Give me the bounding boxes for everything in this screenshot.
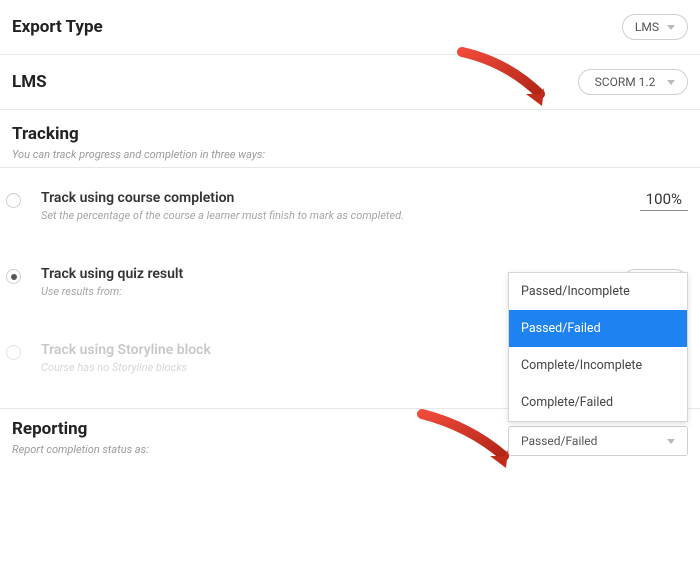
reporting-option-passed-incomplete[interactable]: Passed/Incomplete bbox=[509, 273, 687, 310]
export-type-section: Export Type LMS bbox=[0, 0, 700, 55]
chevron-down-icon bbox=[667, 80, 675, 85]
chevron-down-icon bbox=[667, 439, 675, 444]
tracking-subtext: You can track progress and completion in… bbox=[12, 148, 688, 161]
track-option-title: Track using course completion bbox=[41, 190, 620, 206]
reporting-dropdown-value: Passed/Failed bbox=[521, 434, 597, 448]
track-option-completion[interactable]: Track using course completion Set the pe… bbox=[0, 168, 700, 244]
lms-dropdown[interactable]: SCORM 1.2 bbox=[578, 69, 688, 95]
completion-percent-input[interactable]: 100% bbox=[640, 190, 688, 211]
tracking-heading: Tracking bbox=[12, 124, 688, 144]
radio-icon[interactable] bbox=[6, 193, 21, 208]
track-option-body: Track using course completion Set the pe… bbox=[41, 190, 620, 222]
chevron-down-icon bbox=[667, 25, 675, 30]
radio-icon[interactable] bbox=[6, 269, 21, 284]
export-type-dropdown[interactable]: LMS bbox=[622, 14, 688, 40]
reporting-subtext: Report completion status as: bbox=[12, 443, 149, 456]
reporting-section: Reporting Report completion status as: P… bbox=[0, 409, 700, 456]
radio-icon bbox=[6, 345, 21, 360]
reporting-heading: Reporting bbox=[12, 419, 149, 439]
lms-heading: LMS bbox=[12, 72, 47, 92]
tracking-header: Tracking You can track progress and comp… bbox=[0, 110, 700, 168]
reporting-option-complete-incomplete[interactable]: Complete/Incomplete bbox=[509, 347, 687, 384]
lms-section: LMS SCORM 1.2 bbox=[0, 55, 700, 110]
reporting-dropdown-menu: Passed/Incomplete Passed/Failed Complete… bbox=[508, 272, 688, 422]
reporting-dropdown[interactable]: Passed/Failed bbox=[508, 426, 688, 456]
export-type-heading: Export Type bbox=[12, 17, 103, 37]
reporting-option-passed-failed[interactable]: Passed/Failed bbox=[509, 310, 687, 347]
reporting-option-complete-failed[interactable]: Complete/Failed bbox=[509, 384, 687, 421]
export-type-value: LMS bbox=[635, 20, 659, 34]
lms-value: SCORM 1.2 bbox=[591, 75, 659, 89]
track-option-sub: Set the percentage of the course a learn… bbox=[41, 209, 620, 222]
